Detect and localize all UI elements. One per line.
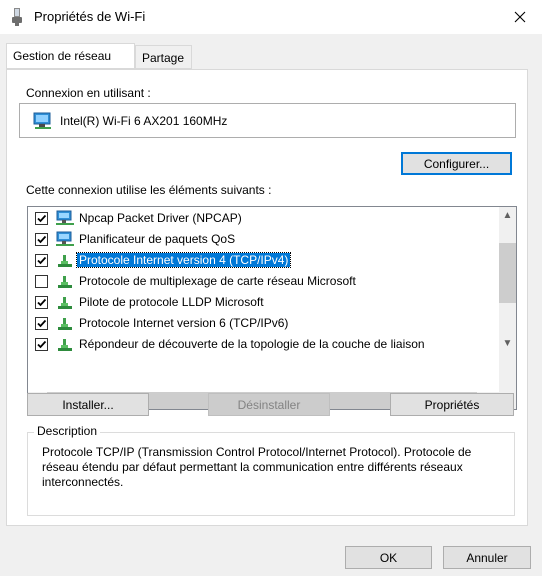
adapter-name: Intel(R) Wi-Fi 6 AX201 160MHz bbox=[60, 114, 228, 128]
network-client-icon bbox=[55, 210, 75, 230]
component-label: Pilote de protocole LLDP Microsoft bbox=[79, 295, 264, 309]
list-item[interactable]: Planificateur de paquets QoS bbox=[28, 229, 498, 250]
protocol-icon bbox=[55, 315, 75, 335]
list-item[interactable]: Pilote de protocole LLDP Microsoft bbox=[28, 292, 498, 313]
cancel-button[interactable]: Annuler bbox=[443, 546, 531, 569]
cancel-button-label: Annuler bbox=[466, 550, 508, 565]
list-item[interactable]: Protocole de multiplexage de carte résea… bbox=[28, 271, 498, 292]
vertical-scroll-thumb[interactable] bbox=[499, 243, 516, 303]
ok-button[interactable]: OK bbox=[345, 546, 432, 569]
connect-using-label: Connexion en utilisant : bbox=[26, 86, 151, 100]
scroll-corner bbox=[499, 375, 516, 392]
component-checkbox[interactable] bbox=[35, 254, 48, 267]
protocol-icon bbox=[55, 273, 75, 293]
component-checkbox[interactable] bbox=[35, 275, 48, 288]
network-client-icon bbox=[55, 231, 75, 251]
component-checkbox[interactable] bbox=[35, 233, 48, 246]
vertical-scrollbar[interactable]: ▲ ▼ bbox=[499, 207, 516, 375]
component-label: Protocole Internet version 6 (TCP/IPv6) bbox=[79, 316, 289, 330]
component-checkbox[interactable] bbox=[35, 212, 48, 225]
component-checkbox[interactable] bbox=[35, 296, 48, 309]
scroll-down-icon[interactable]: ▼ bbox=[499, 335, 516, 352]
list-item[interactable]: Protocole Internet version 6 (TCP/IPv6) bbox=[28, 313, 498, 334]
list-item[interactable]: Répondeur de découverte de la topologie … bbox=[28, 334, 498, 355]
tab-label: Partage bbox=[142, 51, 185, 65]
list-item[interactable]: Npcap Packet Driver (NPCAP) bbox=[28, 208, 498, 229]
tab-networking[interactable]: Gestion de réseau bbox=[6, 43, 135, 69]
title-bar: Propriétés de Wi-Fi bbox=[0, 0, 542, 34]
component-checkbox[interactable] bbox=[35, 338, 48, 351]
list-item[interactable]: Protocole Internet version 4 (TCP/IPv4) bbox=[28, 250, 498, 271]
configure-button[interactable]: Configurer... bbox=[401, 152, 512, 175]
close-icon bbox=[514, 11, 526, 23]
configure-button-label: Configurer... bbox=[423, 156, 490, 171]
uninstall-button[interactable]: Désinstaller bbox=[208, 393, 330, 416]
components-list[interactable]: Npcap Packet Driver (NPCAP) Planificateur… bbox=[27, 206, 517, 410]
tab-label: Gestion de réseau bbox=[13, 49, 112, 63]
ok-button-label: OK bbox=[379, 550, 398, 565]
component-label: Planificateur de paquets QoS bbox=[79, 232, 236, 246]
tab-sharing[interactable]: Partage bbox=[135, 45, 192, 69]
component-label: Protocole de multiplexage de carte résea… bbox=[79, 274, 356, 288]
install-button[interactable]: Installer... bbox=[27, 393, 149, 416]
protocol-icon bbox=[55, 252, 75, 272]
uninstall-button-label: Désinstaller bbox=[237, 397, 301, 412]
scroll-up-icon[interactable]: ▲ bbox=[499, 207, 516, 224]
network-adapter-icon bbox=[33, 112, 51, 129]
adapter-box: Intel(R) Wi-Fi 6 AX201 160MHz bbox=[19, 103, 516, 138]
wifi-adapter-icon bbox=[10, 8, 24, 26]
component-label: Npcap Packet Driver (NPCAP) bbox=[79, 211, 242, 225]
close-button[interactable] bbox=[498, 0, 542, 34]
install-button-label: Installer... bbox=[62, 397, 114, 412]
window-title: Propriétés de Wi-Fi bbox=[34, 9, 146, 24]
protocol-icon bbox=[55, 336, 75, 356]
component-checkbox[interactable] bbox=[35, 317, 48, 330]
description-text: Protocole TCP/IP (Transmission Control P… bbox=[42, 445, 472, 489]
description-title: Description bbox=[34, 424, 101, 438]
properties-button[interactable]: Propriétés bbox=[390, 393, 514, 416]
properties-button-label: Propriétés bbox=[424, 397, 480, 412]
component-label: Protocole Internet version 4 (TCP/IPv4) bbox=[75, 252, 292, 268]
components-label: Cette connexion utilise les éléments sui… bbox=[26, 183, 272, 197]
component-label: Répondeur de découverte de la topologie … bbox=[79, 337, 425, 351]
dialog-body: Gestion de réseau Partage Connexion en u… bbox=[0, 34, 542, 576]
protocol-icon bbox=[55, 294, 75, 314]
